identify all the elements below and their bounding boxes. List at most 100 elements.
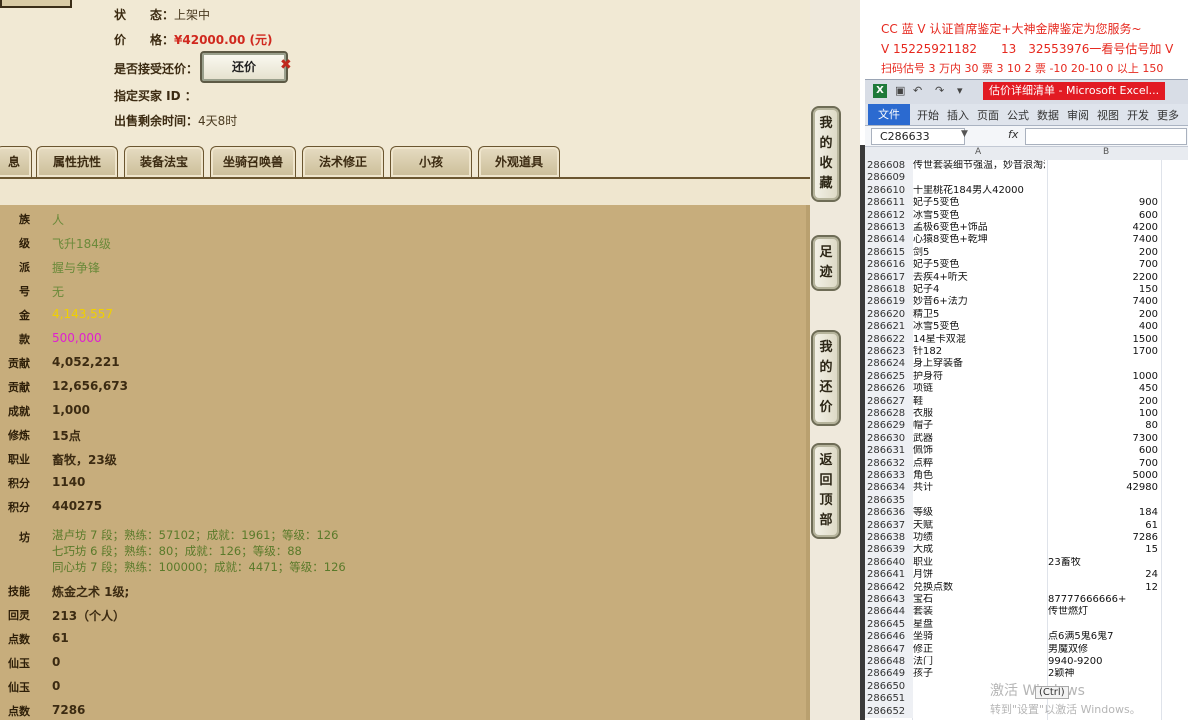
row-number[interactable]: 286625	[865, 370, 913, 384]
row-number[interactable]: 286617	[865, 271, 913, 284]
cell-a[interactable]: 星盘	[913, 619, 1045, 631]
cell-a[interactable]: 妃子5变色	[913, 259, 1045, 271]
chevron-down-icon[interactable]: ▼	[961, 129, 968, 139]
cell-b[interactable]: 80	[1048, 420, 1158, 432]
cell-b[interactable]: 87777666666+	[1048, 594, 1158, 606]
row-number[interactable]: 286609	[865, 172, 913, 185]
tab-equipment[interactable]: 装备法宝	[124, 146, 204, 177]
cell-a[interactable]: 职业	[913, 557, 1045, 569]
cell-a[interactable]: 月饼	[913, 569, 1045, 581]
cell-a[interactable]: 帽子	[913, 420, 1045, 432]
favorites-button[interactable]: 我的收藏	[811, 106, 841, 202]
cell-b[interactable]: 4200	[1048, 222, 1158, 234]
cell-a[interactable]: 等级	[913, 507, 1045, 519]
tab-spells[interactable]: 法术修正	[302, 146, 384, 177]
name-box[interactable]: C286633	[871, 128, 965, 145]
cell-b[interactable]: 2200	[1048, 272, 1158, 284]
cell-a[interactable]: 针182	[913, 346, 1045, 358]
row-number[interactable]: 286639	[865, 544, 913, 557]
row-number[interactable]: 286633	[865, 470, 913, 483]
cell-b[interactable]: 450	[1048, 383, 1158, 395]
row-number[interactable]: 286652	[865, 705, 913, 718]
fx-icon[interactable]: fx	[1008, 128, 1018, 141]
row-number[interactable]: 286618	[865, 284, 913, 297]
cell-b[interactable]: 100	[1048, 408, 1158, 420]
cell-a[interactable]: 去疾4+听天	[913, 272, 1045, 284]
row-number[interactable]: 286645	[865, 618, 913, 632]
row-number[interactable]: 286614	[865, 234, 913, 247]
row-number[interactable]: 286630	[865, 432, 913, 446]
tab-more[interactable]: 更多	[1157, 107, 1179, 123]
cell-a[interactable]: 十里桃花184男人42000	[913, 185, 1045, 197]
row-number[interactable]: 286640	[865, 556, 913, 570]
row-number[interactable]: 286616	[865, 259, 913, 272]
row-number[interactable]: 286649	[865, 668, 913, 681]
row-number[interactable]: 286650	[865, 680, 913, 694]
row-number[interactable]: 286611	[865, 197, 913, 210]
cell-a[interactable]: 妃子5变色	[913, 197, 1045, 209]
cell-b[interactable]: 200	[1048, 247, 1158, 259]
close-icon[interactable]: ✖	[280, 57, 292, 73]
cell-b[interactable]: 7300	[1048, 433, 1158, 445]
row-number[interactable]: 286626	[865, 383, 913, 396]
cell-b[interactable]: 15	[1048, 544, 1158, 556]
cell-b[interactable]: 200	[1048, 396, 1158, 408]
cell-b[interactable]	[1048, 495, 1158, 507]
row-number[interactable]: 286651	[865, 693, 913, 706]
tab-review[interactable]: 审阅	[1067, 107, 1089, 123]
row-number[interactable]: 286632	[865, 457, 913, 470]
row-number[interactable]: 286623	[865, 346, 913, 359]
row-number[interactable]: 286643	[865, 594, 913, 607]
spreadsheet-grid[interactable]: 286608传世套装细节强温，妙音浪淘沙千万杀密286609286610十里桃花…	[865, 160, 1188, 720]
row-number[interactable]: 286628	[865, 408, 913, 421]
cell-b[interactable]	[1048, 185, 1158, 197]
cell-a[interactable]: 孟极6变色+饰品	[913, 222, 1045, 234]
cell-b[interactable]: 200	[1048, 309, 1158, 321]
cell-b[interactable]: 900	[1048, 197, 1158, 209]
cell-b[interactable]: 1500	[1048, 334, 1158, 346]
paste-options-tip[interactable]: (Ctrl)	[1035, 686, 1069, 699]
cell-b[interactable]: 184	[1048, 507, 1158, 519]
cell-a[interactable]: 护身符	[913, 371, 1045, 383]
row-number[interactable]: 286635	[865, 494, 913, 508]
row-number[interactable]: 286648	[865, 656, 913, 669]
cell-b[interactable]: 24	[1048, 569, 1158, 581]
cell-b[interactable]: 1000	[1048, 371, 1158, 383]
cell-a[interactable]: 冰雪5变色	[913, 321, 1045, 333]
column-header-a[interactable]: A	[975, 147, 981, 157]
row-number[interactable]: 286620	[865, 308, 913, 322]
cell-a[interactable]: 武器	[913, 433, 1045, 445]
cell-a[interactable]: 项链	[913, 383, 1045, 395]
row-number[interactable]: 286621	[865, 321, 913, 334]
row-number[interactable]: 286612	[865, 209, 913, 222]
cell-b[interactable]: 2颖神	[1048, 668, 1158, 680]
tab-file[interactable]: 文件	[868, 104, 910, 125]
row-number[interactable]: 286624	[865, 358, 913, 371]
row-number[interactable]: 286608	[865, 160, 913, 173]
cell-a[interactable]: 共计	[913, 482, 1045, 494]
row-number[interactable]: 286644	[865, 606, 913, 619]
cell-a[interactable]: 传世套装细节强温，妙音浪淘沙千万杀密	[913, 160, 1045, 172]
row-number[interactable]: 286622	[865, 333, 913, 346]
row-number[interactable]: 286641	[865, 569, 913, 582]
cell-b[interactable]: 12	[1048, 582, 1158, 594]
my-offers-button[interactable]: 我的还价	[811, 330, 841, 426]
cell-a[interactable]: 心猿8变色+乾坤	[913, 234, 1045, 246]
cell-b[interactable]: 1700	[1048, 346, 1158, 358]
cell-a[interactable]: 身上穿装备	[913, 358, 1045, 370]
tab-page[interactable]: 页面	[977, 107, 999, 123]
tab-developer[interactable]: 开发	[1127, 107, 1149, 123]
cell-b[interactable]: 150	[1048, 284, 1158, 296]
cell-a[interactable]: 点粹	[913, 458, 1045, 470]
counter-offer-button[interactable]: 还价	[200, 51, 288, 83]
row-number[interactable]: 286646	[865, 631, 913, 644]
cell-a[interactable]: 剑5	[913, 247, 1045, 259]
cell-a[interactable]: 宝石	[913, 594, 1045, 606]
cell-a[interactable]: 天赋	[913, 520, 1045, 532]
row-number[interactable]: 286615	[865, 246, 913, 260]
cell-b[interactable]: 61	[1048, 520, 1158, 532]
row-number[interactable]: 286619	[865, 296, 913, 309]
cell-b[interactable]	[1048, 358, 1158, 370]
cell-b[interactable]: 5000	[1048, 470, 1158, 482]
back-to-top-button[interactable]: 返回顶部	[811, 443, 841, 539]
